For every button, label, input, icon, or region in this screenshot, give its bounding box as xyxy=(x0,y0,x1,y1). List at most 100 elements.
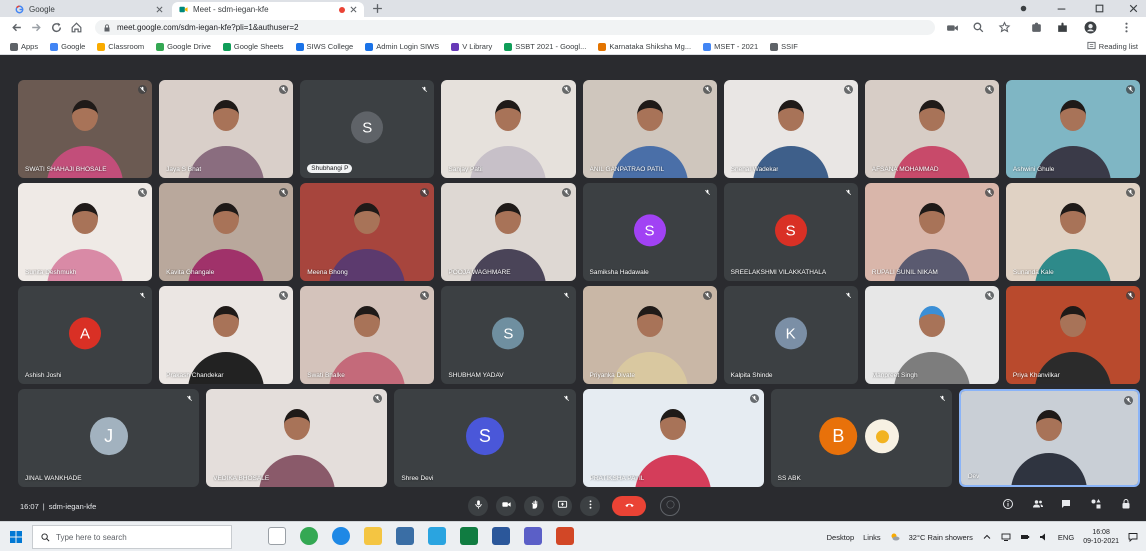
mic-off-icon[interactable] xyxy=(937,394,947,403)
mic-off-icon[interactable] xyxy=(420,188,430,197)
mic-off-icon[interactable] xyxy=(984,291,994,300)
present-screen-button[interactable] xyxy=(552,496,572,516)
bookmark-mset[interactable]: MSET - 2021 xyxy=(703,42,758,51)
mic-off-icon[interactable] xyxy=(702,188,712,197)
reload-icon[interactable] xyxy=(50,21,63,34)
mic-off-icon[interactable] xyxy=(1126,85,1135,94)
bookmark-admin-login[interactable]: Admin Login SIWS xyxy=(365,42,439,51)
self-view-tile[interactable]: Dev xyxy=(958,389,1140,487)
participant-tile[interactable]: Sanjay Patil xyxy=(441,80,576,178)
mic-off-icon[interactable] xyxy=(1124,396,1133,405)
notifications-icon[interactable] xyxy=(1128,532,1138,542)
participant-tile[interactable]: Sunita Deshmukh xyxy=(18,183,153,281)
reactions-button[interactable] xyxy=(660,496,680,516)
mic-off-icon[interactable] xyxy=(843,85,853,94)
participant-tile[interactable]: S Shree Devi xyxy=(394,389,576,487)
participant-tile[interactable]: S Shubhangi P xyxy=(300,80,435,178)
close-tab-icon[interactable] xyxy=(350,6,357,13)
bookmark-star-icon[interactable] xyxy=(998,21,1011,34)
mic-off-icon[interactable] xyxy=(138,291,148,300)
participant-tile[interactable]: Kavita Ghangale xyxy=(159,183,294,281)
participant-tile[interactable]: J JINAL WANKHADE xyxy=(18,389,200,487)
camera-button[interactable] xyxy=(496,496,516,516)
mic-off-icon[interactable] xyxy=(561,394,571,403)
people-button[interactable] xyxy=(1030,498,1046,514)
mic-off-icon[interactable] xyxy=(561,85,571,94)
close-tab-icon[interactable] xyxy=(156,6,163,13)
participant-tile[interactable]: K Kalpita Shinde xyxy=(723,286,858,384)
microphone-button[interactable] xyxy=(468,496,488,516)
more-options-button[interactable] xyxy=(580,496,600,516)
tab-meet[interactable]: Meet - sdm-iegan-kfe xyxy=(172,2,364,17)
url-bar[interactable]: meet.google.com/sdm-iegan-kfe?pli=1&auth… xyxy=(95,20,935,35)
powerpoint-icon[interactable] xyxy=(556,527,574,545)
desktop-toolbar[interactable]: Desktop xyxy=(827,533,855,542)
task-view-icon[interactable] xyxy=(268,527,286,545)
reading-list-button[interactable]: Reading list xyxy=(1087,41,1138,52)
bookmark-apps[interactable]: Apps xyxy=(10,42,38,51)
mic-off-icon[interactable] xyxy=(1126,188,1135,197)
participant-tile[interactable]: SWATI SHAHAJI BHOSALE xyxy=(18,80,153,178)
volume-icon[interactable] xyxy=(1039,532,1049,542)
chrome-icon[interactable] xyxy=(300,527,318,545)
store-icon[interactable] xyxy=(396,527,414,545)
participant-tile[interactable]: PRATIKSHA PATIL xyxy=(582,389,764,487)
mic-off-icon[interactable] xyxy=(138,188,148,197)
close-window-icon[interactable] xyxy=(1128,3,1139,14)
taskbar-clock[interactable]: 16:08 09-10-2021 xyxy=(1083,528,1119,546)
profile-avatar-icon[interactable] xyxy=(1084,21,1097,34)
participant-tile[interactable]: Meena Bhong xyxy=(300,183,435,281)
bookmark-ssif[interactable]: SSIF xyxy=(770,42,798,51)
bookmark-google[interactable]: Google xyxy=(50,42,85,51)
lock-icon[interactable] xyxy=(103,23,111,32)
tab-search-icon[interactable] xyxy=(1018,3,1029,14)
minimize-icon[interactable] xyxy=(1056,3,1067,14)
bookmark-karnataka[interactable]: Karnataka Shiksha Mg... xyxy=(598,42,691,51)
participant-tile[interactable]: Manpreet Singh xyxy=(864,286,999,384)
mic-off-icon[interactable] xyxy=(984,85,994,94)
bookmark-google-drive[interactable]: Google Drive xyxy=(156,42,211,51)
back-icon[interactable] xyxy=(10,21,23,34)
participant-tile[interactable]: Priya Khanvilkar xyxy=(1005,286,1140,384)
mic-off-icon[interactable] xyxy=(843,291,853,300)
word-icon[interactable] xyxy=(492,527,510,545)
mic-off-icon[interactable] xyxy=(373,394,383,403)
participant-tile[interactable]: AFSANA MOHAMMAD xyxy=(864,80,999,178)
participant-tile[interactable]: Swati Bhalke xyxy=(300,286,435,384)
mic-off-icon[interactable] xyxy=(138,85,148,94)
browser-menu-icon[interactable] xyxy=(1120,21,1133,34)
participant-tile[interactable]: S SHUBHAM YADAV xyxy=(441,286,576,384)
bookmark-v-library[interactable]: V Library xyxy=(451,42,492,51)
participant-tile[interactable]: RUPALI SUNIL NIKAM xyxy=(864,183,999,281)
participant-tile[interactable]: Priyanka Divate xyxy=(582,286,717,384)
participant-tile[interactable]: POOJA WAGHMARE xyxy=(441,183,576,281)
maximize-icon[interactable] xyxy=(1094,3,1105,14)
mic-off-icon[interactable] xyxy=(279,188,289,197)
mic-off-icon[interactable] xyxy=(279,85,289,94)
battery-icon[interactable] xyxy=(1020,532,1030,542)
host-controls-button[interactable] xyxy=(1118,498,1134,514)
home-icon[interactable] xyxy=(70,21,83,34)
teams-icon[interactable] xyxy=(524,527,542,545)
participant-tile[interactable]: A Ashish Joshi xyxy=(18,286,153,384)
activities-button[interactable] xyxy=(1088,498,1104,514)
raise-hand-button[interactable] xyxy=(524,496,544,516)
mic-off-icon[interactable] xyxy=(561,291,571,300)
participant-tile[interactable]: Ashwini Ghule xyxy=(1005,80,1140,178)
excel-icon[interactable] xyxy=(460,527,478,545)
mic-off-icon[interactable] xyxy=(702,291,712,300)
participant-tile[interactable]: Snehal Wadekar xyxy=(723,80,858,178)
participant-tile[interactable]: ANIL GANPATRAO PATIL xyxy=(582,80,717,178)
mic-off-icon[interactable] xyxy=(420,291,430,300)
mic-off-icon[interactable] xyxy=(279,291,289,300)
mic-off-icon[interactable] xyxy=(749,394,759,403)
mic-off-icon[interactable] xyxy=(185,394,195,403)
mic-off-icon[interactable] xyxy=(984,188,994,197)
windows-start-icon[interactable] xyxy=(10,531,22,543)
extensions-puzzle-icon[interactable] xyxy=(1056,21,1069,34)
file-explorer-icon[interactable] xyxy=(364,527,382,545)
edge-icon[interactable] xyxy=(332,527,350,545)
taskbar-search-box[interactable]: Type here to search xyxy=(32,525,232,549)
mic-off-icon[interactable] xyxy=(420,85,430,94)
language-indicator[interactable]: ENG xyxy=(1058,533,1074,542)
